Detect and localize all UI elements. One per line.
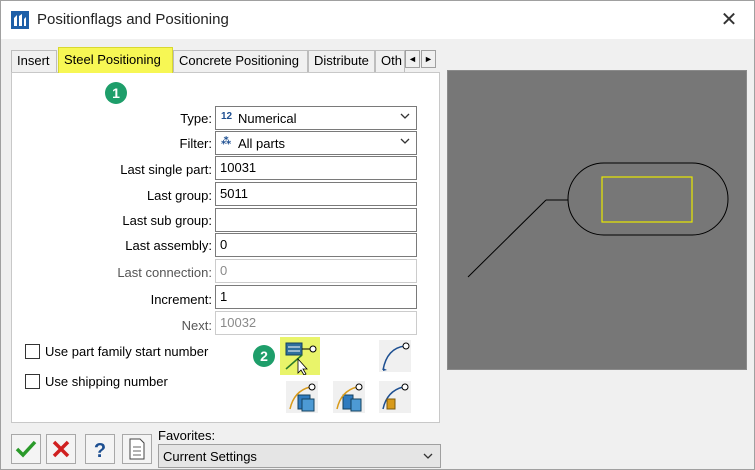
positionflag-preview (447, 70, 747, 370)
last-assembly-label: Last assembly: (125, 238, 212, 253)
dialog-window: Positionflags and Positioning ✕ Insert S… (0, 0, 755, 470)
favorites-select[interactable]: Current Settings (158, 444, 441, 468)
tab-scroll-right-button[interactable]: ► (421, 50, 436, 68)
tab-steel-positioning[interactable]: Steel Positioning (58, 47, 173, 73)
preview-drawing (467, 162, 729, 278)
last-connection-input: 0 (215, 259, 417, 283)
last-group-input[interactable]: 5011 (215, 182, 417, 206)
position-assembly-icon (336, 383, 363, 412)
tab-insert[interactable]: Insert (11, 50, 57, 72)
type-label: Type: (180, 111, 212, 126)
window-title: Positionflags and Positioning (37, 11, 229, 28)
cancel-x-icon (52, 440, 70, 458)
filter-icon: ⁂ (221, 136, 232, 147)
positionflag-settings-icon (285, 342, 317, 376)
favorites-file-button[interactable] (122, 434, 152, 464)
next-input: 10032 (215, 311, 417, 335)
chevron-down-icon (423, 453, 433, 459)
cancel-button[interactable] (46, 434, 76, 464)
position-part-icon (289, 383, 316, 412)
ok-button[interactable] (11, 434, 41, 464)
position-tool-button-1[interactable] (286, 381, 318, 413)
type-value: Numerical (238, 111, 297, 126)
part-family-label: Use part family start number (45, 344, 209, 359)
last-single-part-label: Last single part: (120, 162, 212, 177)
filter-value: All parts (238, 136, 285, 151)
part-family-checkbox[interactable] (25, 344, 40, 359)
tab-distribute[interactable]: Distribute (308, 50, 375, 72)
step-badge-2: 2 (253, 345, 275, 367)
tab-other[interactable]: Oth (375, 50, 405, 72)
title-bar: Positionflags and Positioning ✕ (1, 1, 754, 39)
last-assembly-input[interactable]: 0 (215, 233, 417, 257)
next-label: Next: (181, 318, 212, 333)
position-group-icon (382, 383, 409, 410)
shipping-number-checkbox[interactable] (25, 374, 40, 389)
favorites-label: Favorites: (158, 428, 216, 443)
increment-input[interactable]: 1 (215, 285, 417, 309)
last-sub-group-input[interactable] (215, 208, 417, 232)
filter-label: Filter: (179, 136, 213, 151)
increment-label: Increment: (150, 292, 212, 307)
chevron-down-icon (400, 113, 410, 119)
position-tool-button-3[interactable] (379, 381, 411, 413)
steel-positioning-panel: 1 Type: 12 Numerical Filter: ⁂ All parts… (11, 72, 440, 423)
close-button[interactable]: ✕ (718, 9, 740, 31)
positionflag-curve-tool-button[interactable] (379, 340, 411, 372)
tab-concrete-positioning[interactable]: Concrete Positioning (173, 50, 308, 72)
document-icon (129, 438, 145, 460)
step-badge-1: 1 (105, 82, 127, 104)
last-single-part-input[interactable]: 10031 (215, 156, 417, 180)
type-select[interactable]: 12 Numerical (215, 106, 417, 130)
app-logo-icon (11, 11, 29, 29)
last-connection-label: Last connection: (117, 265, 212, 280)
chevron-down-icon (400, 138, 410, 144)
help-icon: ? (94, 440, 106, 462)
last-sub-group-label: Last sub group: (122, 213, 212, 228)
leader-curve-icon (382, 342, 410, 371)
svg-text:?: ? (94, 440, 106, 462)
shipping-number-label: Use shipping number (45, 374, 168, 389)
filter-select[interactable]: ⁂ All parts (215, 131, 417, 155)
help-button[interactable]: ? (85, 434, 115, 464)
numerical-icon: 12 (221, 111, 233, 122)
checkmark-icon (15, 440, 37, 458)
position-tool-button-2[interactable] (333, 381, 365, 413)
create-positionflag-tool-button[interactable] (280, 337, 320, 376)
last-group-label: Last group: (146, 188, 212, 203)
favorites-value: Current Settings (163, 449, 257, 464)
tab-scroll-left-button[interactable]: ◄ (405, 50, 420, 68)
